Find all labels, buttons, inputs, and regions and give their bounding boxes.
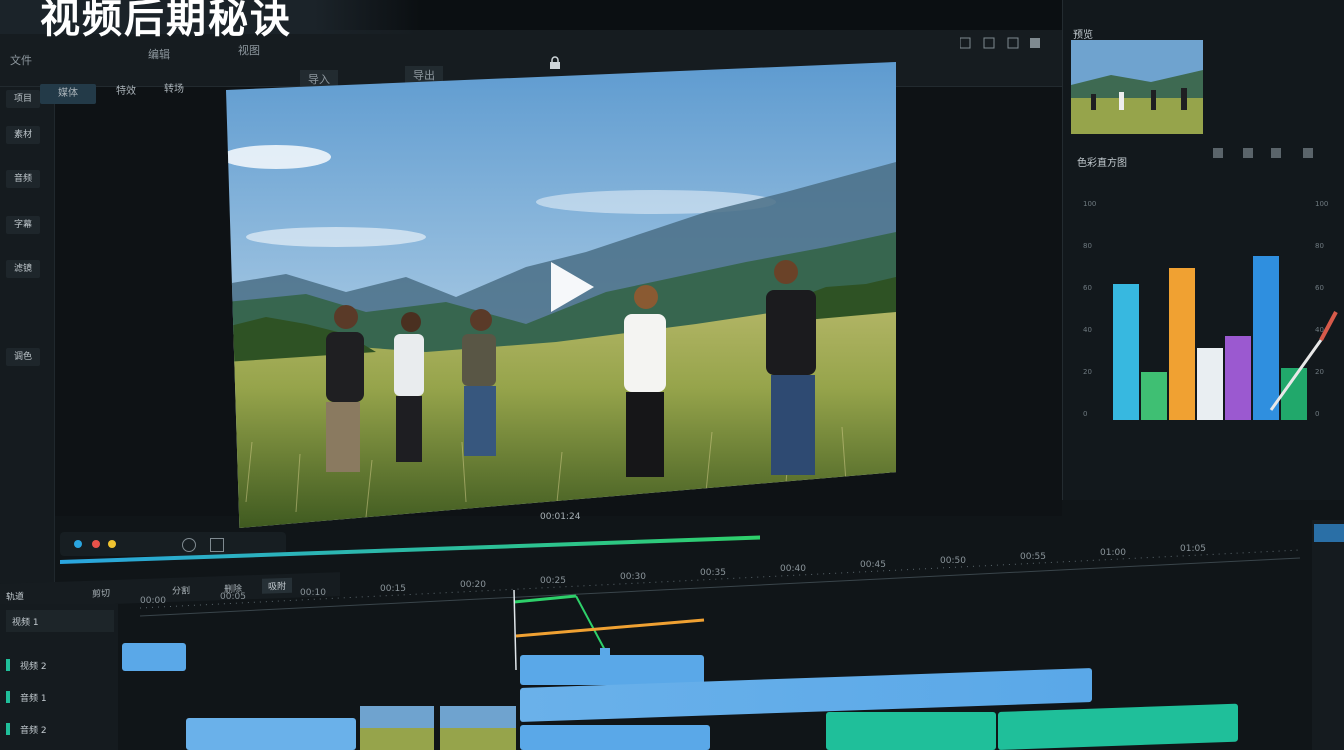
track-label: 视频 1 [12,618,39,628]
track-headers: 视频 1 视频 2 音频 1 音频 2 [0,604,118,750]
title-banner: 视频后期秘诀 [0,0,420,42]
track-tool-active[interactable] [1314,524,1344,542]
left-toolstrip: 项目 素材 音频 字幕 滤镜 调色 [0,86,55,586]
panel-title: 预览 [1073,30,1093,41]
histogram-scale-label: 80 [1315,242,1324,250]
tool-track[interactable]: 轨道 [6,589,24,603]
histogram-scale-label: 60 [1315,284,1324,292]
keyframe-handle-icon [600,648,610,658]
histogram-scale-label: 100 [1083,200,1097,208]
menu-file[interactable]: 文件 [10,52,32,68]
clip-thumbnails[interactable] [360,706,516,750]
track-label: 视频 2 [20,662,47,672]
clip-title[interactable] [122,643,186,671]
track-header-video1[interactable]: 视频 1 [6,610,114,632]
import-button[interactable]: 导入 [300,70,338,88]
viewer-tabs: 媒体 特效 转场 [36,82,206,104]
tool-cut[interactable]: 剪切 [92,586,110,600]
ruler-ticks [140,549,1300,617]
histogram-scale-label: 100 [1315,200,1329,208]
tool-subtitle[interactable]: 字幕 [6,216,40,234]
histogram-bar [1225,336,1251,420]
track-color-marker [6,659,10,671]
tool-project[interactable]: 项目 [6,90,40,108]
histogram-scale-label: 80 [1083,242,1092,250]
brush-icon [1269,311,1338,411]
histogram-scale-label: 60 [1083,284,1092,292]
histogram-scale-label: 40 [1083,326,1092,334]
tool-color[interactable]: 调色 [6,348,40,366]
histogram-bar [1197,348,1223,420]
tool-filter[interactable]: 滤镜 [6,260,40,278]
histogram-bar [1113,284,1139,420]
tab-transitions[interactable]: 转场 [154,80,194,100]
preview-thumbnail[interactable] [1071,40,1203,134]
overlay-title: 视频后期秘诀 [40,0,292,42]
track-header-audio2[interactable]: 音频 2 [6,718,114,740]
video-preview[interactable] [226,62,896,528]
video-frame-image [226,62,896,528]
menu-view[interactable]: 视图 [238,42,260,58]
window-controls-icon[interactable] [960,36,1040,50]
tool-media[interactable]: 素材 [6,126,40,144]
histogram-section-title: 色彩直方图 [1077,158,1127,169]
lock-icon[interactable] [548,56,562,70]
right-track-tools [1312,520,1344,750]
right-panel: 预览 色彩直方图 100 80 60 40 20 0 100 80 60 40 20 0 [1062,0,1344,500]
tab-effects[interactable]: 特效 [106,82,146,102]
record-icon[interactable] [92,540,100,548]
clip-video-a[interactable] [186,718,356,750]
histogram-scale-label: 0 [1083,410,1088,418]
track-label: 音频 2 [20,726,47,736]
tool-audio[interactable]: 音频 [6,170,40,188]
clip-main-lower[interactable] [520,725,710,750]
histogram-scale-label: 20 [1083,368,1092,376]
track-color-marker [6,723,10,735]
track-header-audio1[interactable]: 音频 1 [6,686,114,708]
panel-icons[interactable] [1213,146,1333,160]
keyframe-curve[interactable] [512,590,712,670]
dot-blue-icon[interactable] [74,540,82,548]
histogram-bar [1141,372,1167,420]
track-label: 音频 1 [20,694,47,704]
histogram-bar [1169,268,1195,420]
clip-audio-a[interactable] [826,712,996,750]
dot-yellow-icon[interactable] [108,540,116,548]
track-header-video2[interactable]: 视频 2 [6,654,114,676]
tab-media[interactable]: 媒体 [40,84,96,104]
track-color-marker [6,691,10,703]
menu-edit[interactable]: 编辑 [148,46,170,62]
